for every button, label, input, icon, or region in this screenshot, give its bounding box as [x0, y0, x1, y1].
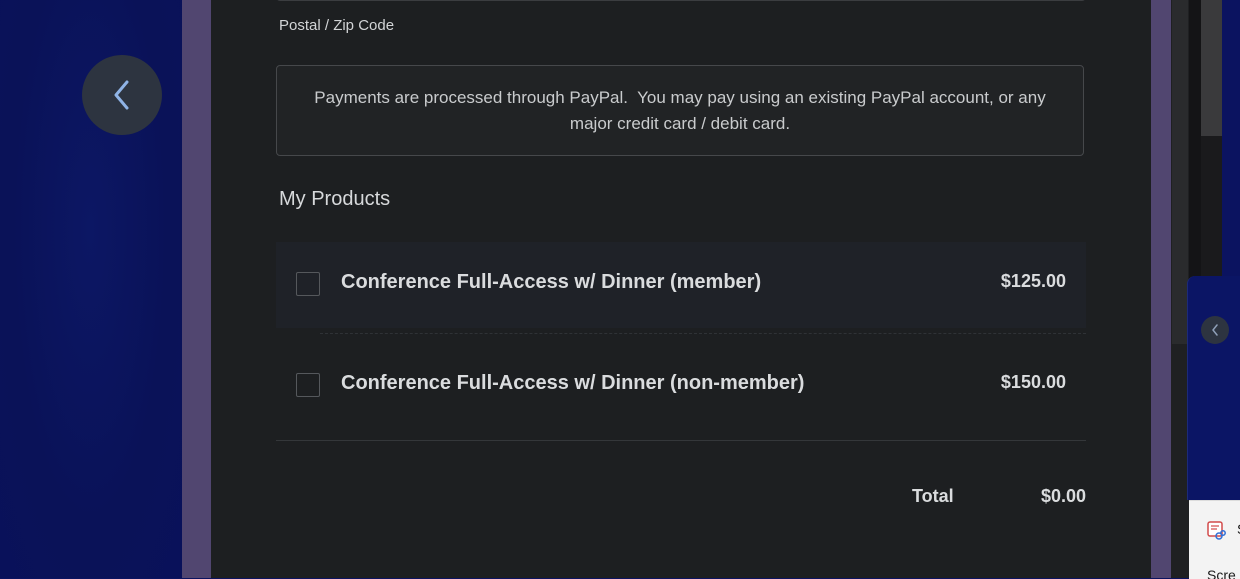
product-name: Conference Full-Access w/ Dinner (member…: [341, 271, 762, 293]
section-title: My Products: [279, 188, 391, 210]
notification-text: Scre: [1207, 567, 1236, 579]
product-checkbox-member[interactable]: [296, 272, 320, 296]
snipping-tool-notification[interactable]: S Scre: [1189, 500, 1240, 579]
total-label: Total: [912, 486, 954, 506]
product-price: $150.00: [1000, 372, 1066, 392]
total-value: $0.00: [1040, 486, 1086, 506]
payment-notice: Payments are processed through PayPal. Y…: [276, 65, 1084, 156]
outer-scrollbar-thumb[interactable]: [1201, 0, 1222, 136]
chevron-left-icon: [1212, 324, 1218, 336]
product-price: $125.00: [1000, 271, 1066, 291]
panel-border-left: [182, 0, 211, 578]
postal-code-input[interactable]: [276, 0, 1086, 1]
back-button[interactable]: [82, 55, 162, 135]
panel-border-right: [1151, 0, 1171, 578]
product-row-member[interactable]: Conference Full-Access w/ Dinner (member…: [276, 242, 1086, 328]
product-checkbox-non-member[interactable]: [296, 373, 320, 397]
chevron-left-icon: [114, 80, 129, 110]
side-popup-panel: [1187, 276, 1240, 500]
postal-code-label: Postal / Zip Code: [279, 17, 395, 34]
scrollbar-thumb[interactable]: [1172, 0, 1188, 344]
total-divider: [276, 440, 1086, 441]
product-name: Conference Full-Access w/ Dinner (non-me…: [341, 372, 805, 394]
product-row-non-member[interactable]: Conference Full-Access w/ Dinner (non-me…: [276, 343, 1086, 429]
row-divider: [320, 333, 1086, 334]
snipping-tool-icon: [1207, 521, 1226, 540]
side-back-button[interactable]: [1201, 316, 1229, 344]
